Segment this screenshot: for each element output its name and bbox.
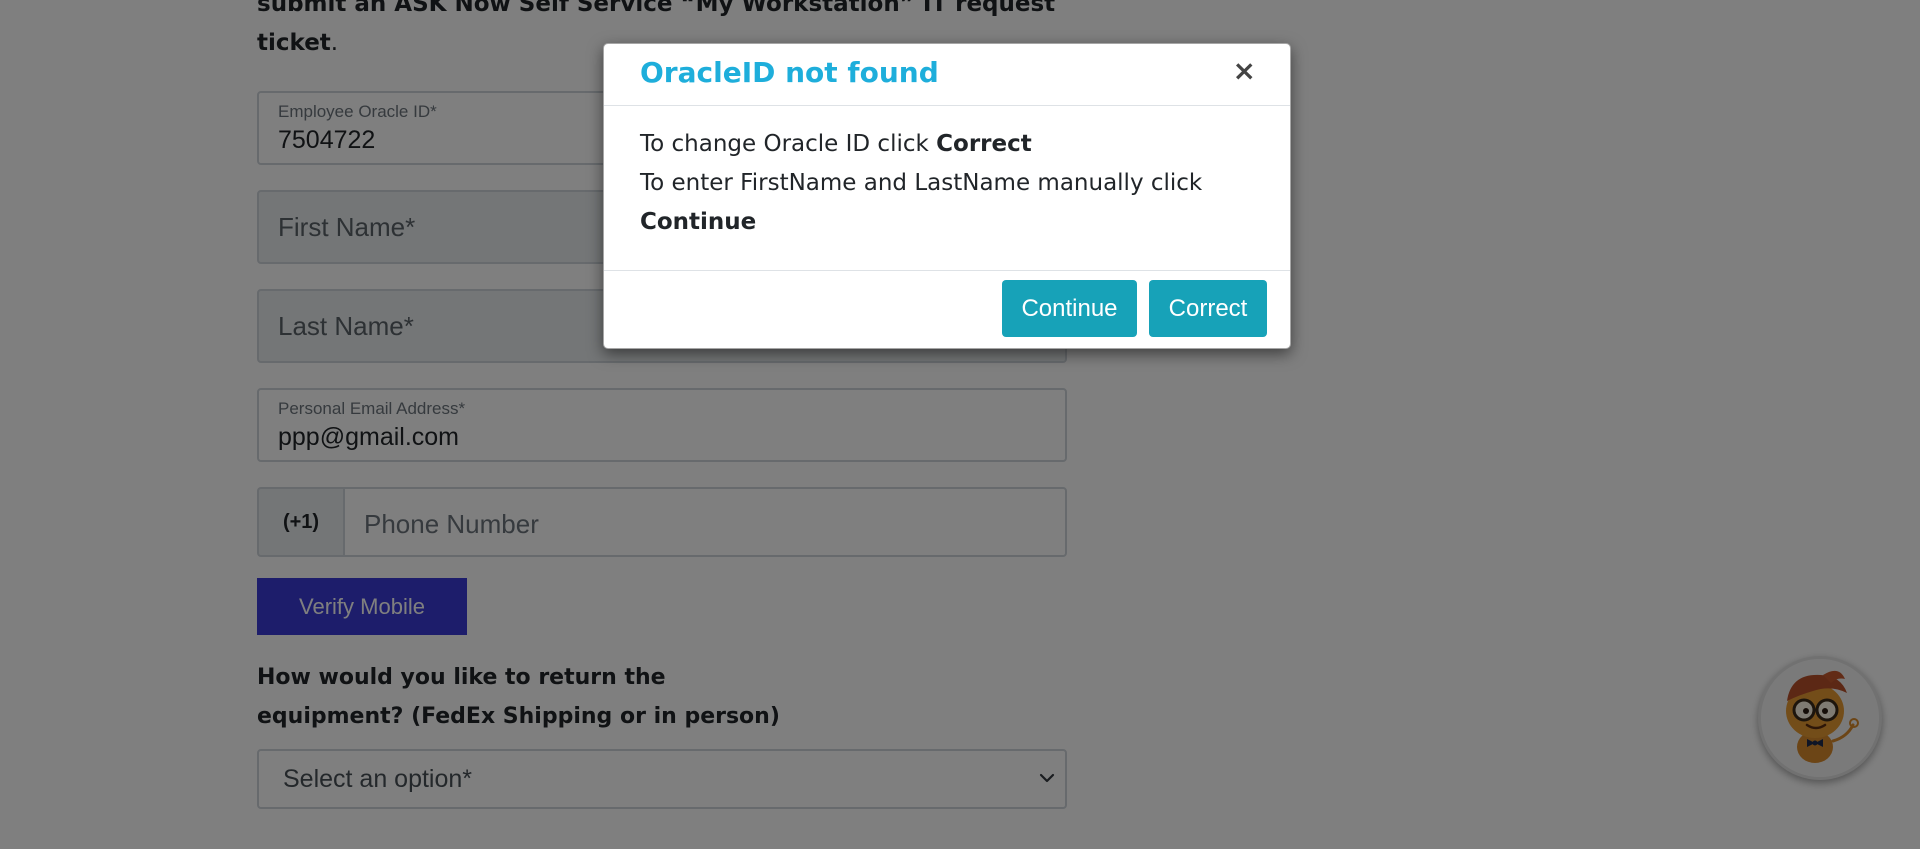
modal-line-2-bold: Continue	[640, 209, 757, 235]
close-icon[interactable]: ×	[1233, 54, 1256, 87]
modal-message-line-1: To change Oracle ID click Correct	[640, 125, 1250, 164]
modal-body: To change Oracle ID click Correct To ent…	[640, 125, 1250, 242]
modal-line-1-text: To change Oracle ID click	[640, 131, 937, 157]
oracle-id-not-found-dialog: OracleID not found × To change Oracle ID…	[603, 43, 1291, 349]
modal-message-line-2: To enter FirstName and LastName manually…	[640, 164, 1250, 242]
modal-line-1-bold: Correct	[936, 131, 1032, 157]
modal-title: OracleID not found	[640, 56, 939, 89]
correct-button[interactable]: Correct	[1149, 280, 1267, 337]
modal-line-2-text: To enter FirstName and LastName manually…	[640, 170, 1203, 196]
continue-button[interactable]: Continue	[1002, 280, 1137, 337]
page: submit an ASK Now Self Service “My Works…	[0, 0, 1920, 849]
modal-footer: Continue Correct	[604, 270, 1290, 351]
modal-header: OracleID not found ×	[604, 44, 1290, 106]
